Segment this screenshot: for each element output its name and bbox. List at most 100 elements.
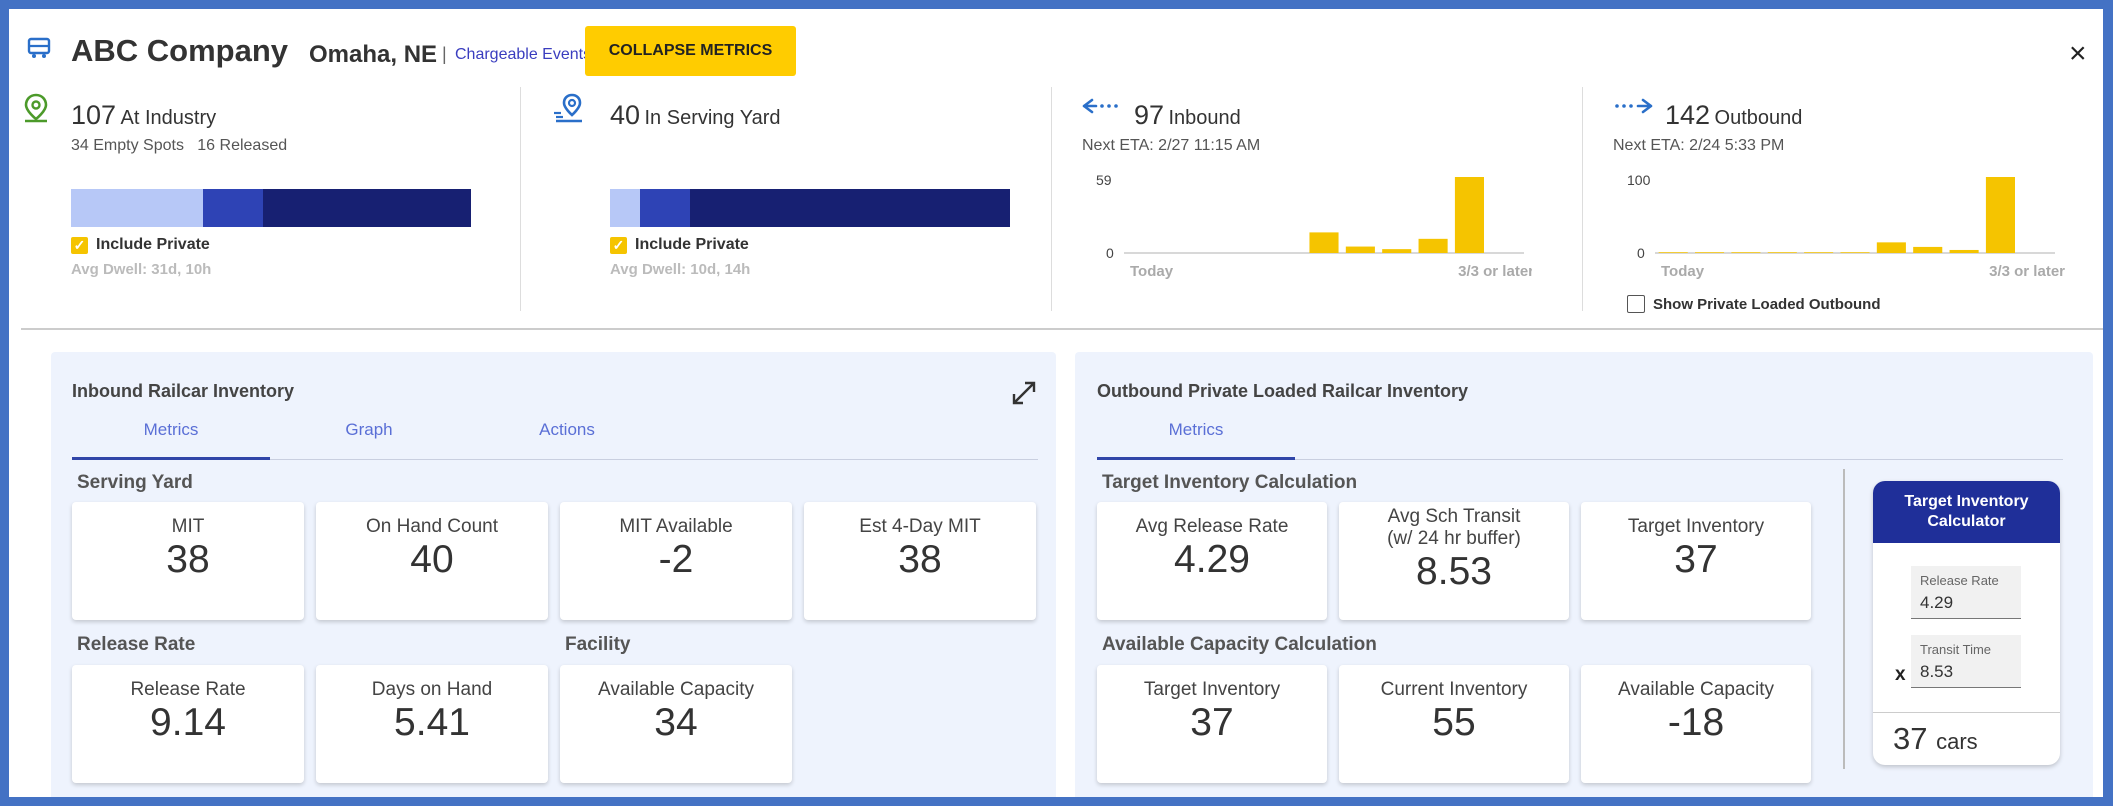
card-value: -18 [1667,701,1725,744]
include-private-label: Include Private [96,236,210,253]
transit-time-field[interactable]: Transit Time 8.53 [1911,635,2021,688]
checkbox-empty-icon[interactable] [1627,295,1645,313]
y-tick-label: 100 [1627,172,1651,188]
divider [520,87,521,311]
card-label: Est 4-Day MIT [859,516,981,537]
expand-icon[interactable] [1011,380,1037,406]
industry-count: 107 [71,100,117,130]
collapse-metrics-button[interactable]: COLLAPSE METRICS [585,26,796,76]
field-value[interactable]: 8.53 [1920,662,1953,682]
location-pin-icon [24,93,48,123]
inbound-next-eta: Next ETA: 2/27 11:15 AM [1082,137,1261,154]
close-icon[interactable]: × [2069,39,2087,69]
field-label: Release Rate [1920,573,1999,588]
industry-include-private[interactable]: ✓ Include Private [71,236,210,254]
multiply-sign: x [1895,664,1906,685]
checkbox-checked-icon[interactable]: ✓ [610,236,627,254]
x-tick-label: Today [1130,263,1174,280]
show-private-outbound[interactable]: Show Private Loaded Outbound [1627,295,1881,313]
card-value: 38 [898,538,942,581]
on-hand-card: On Hand Count 40 [316,502,548,620]
card-sublabel: (w/ 24 hr buffer) [1387,528,1521,549]
mit-card: MIT 38 [72,502,304,620]
industry-avg-dwell: Avg Dwell: 31d, 10h [71,261,212,278]
available-capacity-heading: Available Capacity Calculation [1102,634,1377,655]
current-inventory-card: Current Inventory 55 [1339,665,1569,783]
available-capacity-card: Available Capacity -18 [1581,665,1811,783]
bar-1 [1695,252,1725,253]
avg-transit-card: Avg Sch Transit (w/ 24 hr buffer) 8.53 [1339,502,1569,620]
bar-segment-0 [71,189,203,227]
chargeable-events-link[interactable]: Chargeable Events [455,46,591,64]
calculator-rule [1873,712,2060,713]
yard-include-private[interactable]: ✓ Include Private [610,236,749,254]
outbound-arrow-icon [1615,98,1653,114]
tab-metrics[interactable]: Metrics [72,420,270,440]
serving-yard-summary: 40 In Serving Yard ✓ Include Private Avg… [552,85,1052,313]
card-label: Available Capacity [598,679,754,700]
card-value: 37 [1674,538,1718,581]
location: Omaha, NE [309,41,438,68]
card-label: MIT [171,516,205,537]
bar-0 [1658,252,1688,253]
bar-segment-2 [690,189,1010,227]
card-value: 5.41 [394,701,470,744]
outbound-eta-chart: 100 0 Today 3/3 or later [1627,172,2065,280]
company-name: ABC Company [71,33,289,68]
target-inventory-card: Target Inventory 37 [1581,502,1811,620]
card-label: Days on Hand [371,679,493,700]
inbound-inventory-panel: Inbound Railcar Inventory Metrics Graph … [51,352,1056,797]
outbound-next-eta: Next ETA: 2/24 5:33 PM [1613,137,1785,154]
days-on-hand-card: Days on Hand 5.41 [316,665,548,783]
card-label: MIT Available [619,516,733,537]
show-private-label: Show Private Loaded Outbound [1653,295,1881,313]
bar-4 [1804,252,1834,253]
card-value: -2 [658,538,694,581]
card-label: Avg Sch Transit [1387,506,1521,527]
checkbox-checked-icon[interactable]: ✓ [71,236,88,254]
y-tick-label: 0 [1106,245,1114,261]
field-label: Transit Time [1920,642,1992,657]
industry-sub: 34 Empty Spots 16 Released [71,137,288,154]
calculator-result: 37 cars [1893,721,1978,757]
field-value[interactable]: 4.29 [1920,593,1953,613]
est-mit-card: Est 4-Day MIT 38 [804,502,1036,620]
x-tick-label: Today [1661,263,1705,280]
active-tab-indicator [1097,457,1295,460]
x-tick-label: 3/3 or later [1458,263,1532,280]
bar-6 [1876,242,1906,253]
inbound-eta-chart: 59 0 Today 3/3 or later [1096,172,1532,280]
bar-7 [1913,246,1943,253]
x-tick-label: 3/3 or later [1989,263,2065,280]
yard-pin-icon [554,93,582,123]
separator: | [442,44,447,64]
bar-6 [1345,246,1375,253]
tab-metrics[interactable]: Metrics [1097,420,1295,440]
calculator-title: Target Inventory Calculator [1873,481,2060,543]
card-label: On Hand Count [365,516,499,537]
card-value: 38 [166,538,210,581]
bar-9 [1985,177,2015,253]
y-tick-label: 59 [1096,172,1112,188]
inbound-summary: 97 Inbound Next ETA: 2/27 11:15 AM 59 0 To… [1082,85,1582,313]
tab-actions[interactable]: Actions [468,420,666,440]
tab-graph[interactable]: Graph [270,420,468,440]
divider [1582,87,1583,311]
card-label: Avg Release Rate [1135,516,1289,537]
yard-avg-dwell: Avg Dwell: 10d, 14h [610,261,751,278]
result-unit: cars [1936,729,1978,754]
card-value: 55 [1432,701,1476,744]
release-rate-field[interactable]: Release Rate 4.29 [1911,566,2021,619]
facility-heading: Facility [565,634,631,655]
serving-yard-label: In Serving Yard [644,107,781,129]
app-window: ABC Company Omaha, NE | Chargeable Event… [9,9,2103,797]
card-value: 9.14 [150,701,226,744]
calculator-title-line1: Target Inventory [1904,493,2029,510]
y-tick-label: 0 [1637,245,1645,261]
bar-9 [1454,177,1484,253]
card-value: 40 [410,538,454,581]
card-label: Target Inventory [1143,679,1281,700]
inbound-count: 97 [1134,100,1165,130]
divider [1051,87,1052,311]
bar-segment-1 [203,189,263,227]
